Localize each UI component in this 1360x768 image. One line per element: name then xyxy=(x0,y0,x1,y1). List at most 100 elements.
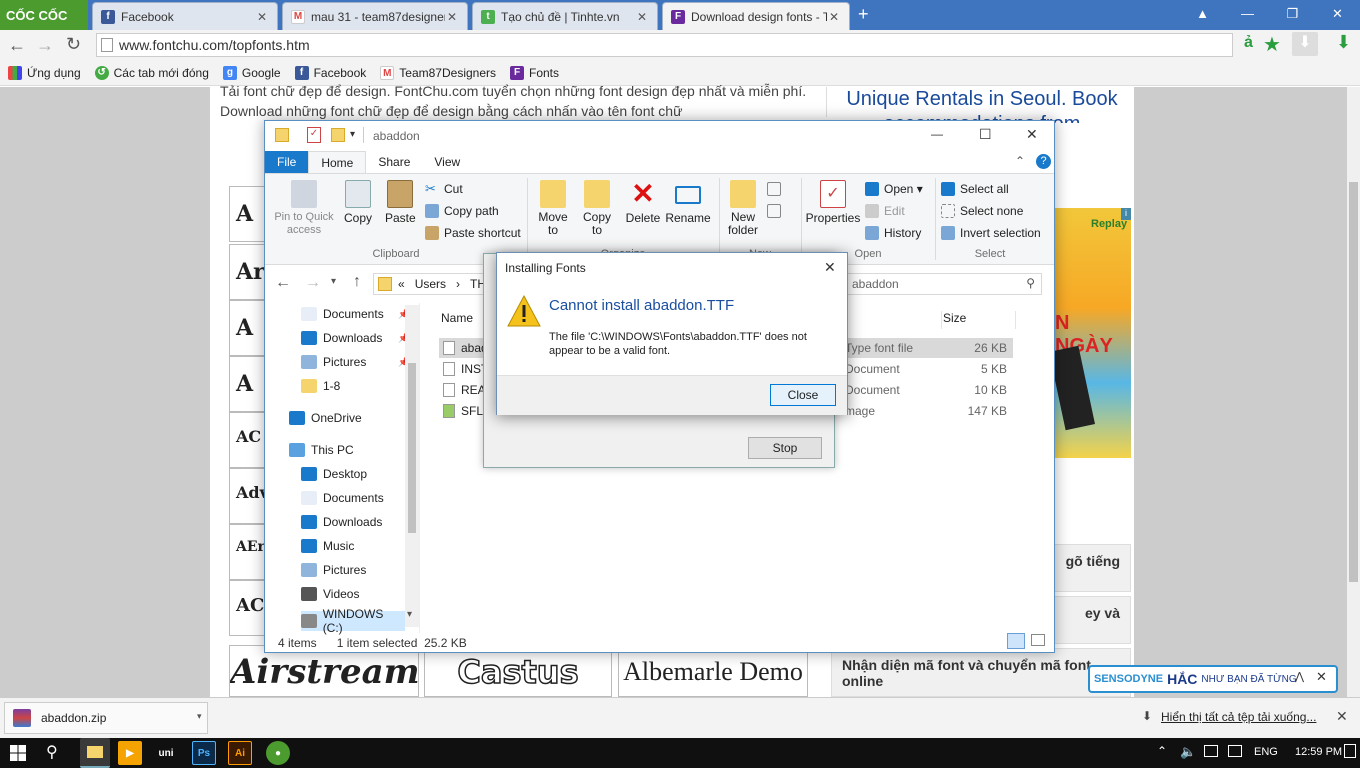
font-preview[interactable]: A xyxy=(229,356,267,412)
easy-access-button[interactable] xyxy=(767,204,786,218)
paste-button[interactable]: Paste xyxy=(385,180,416,225)
breadcrumb-overflow[interactable]: « xyxy=(398,277,405,291)
close-icon[interactable]: ✕ xyxy=(1316,669,1327,685)
column-header-name[interactable]: Name xyxy=(441,311,473,325)
page-scrollbar[interactable] xyxy=(1347,87,1360,697)
bookmark-google[interactable]: g Google xyxy=(222,65,281,80)
illustrator-icon[interactable]: Ai xyxy=(228,741,252,765)
edit-button[interactable]: Edit xyxy=(865,204,905,218)
close-icon[interactable]: ✕ xyxy=(827,10,841,24)
customize-toolbar-icon[interactable]: ▾ xyxy=(350,129,355,140)
select-all-button[interactable]: Select all xyxy=(941,182,1009,196)
nav-scrollbar[interactable]: ▾ xyxy=(405,305,419,627)
download-item[interactable]: abaddon.zip ▾ xyxy=(4,702,208,734)
history-button[interactable]: History xyxy=(865,226,921,240)
new-folder-icon[interactable] xyxy=(331,128,345,142)
download-manager-icon[interactable]: ⬇ xyxy=(1292,32,1318,56)
notification-icon[interactable] xyxy=(1228,745,1242,757)
back-icon[interactable]: ← xyxy=(275,274,291,292)
ad-info-icon[interactable]: i xyxy=(1121,208,1131,220)
copy-to-button[interactable]: Copy to xyxy=(577,180,617,237)
tab-file[interactable]: File xyxy=(265,151,309,173)
font-preview[interactable]: Ar xyxy=(229,244,267,300)
nav-item[interactable]: WINDOWS (C:) xyxy=(301,607,405,635)
font-preview[interactable]: A xyxy=(229,300,267,356)
nav-item[interactable]: Pictures 📌 xyxy=(301,355,409,369)
large-icons-view-icon[interactable] xyxy=(1031,634,1045,646)
coccoc-logo[interactable]: CỐC CỐC xyxy=(0,0,88,30)
close-button[interactable]: Close xyxy=(770,384,836,406)
maximize-icon[interactable]: ❐ xyxy=(1270,6,1315,22)
chevron-down-icon[interactable]: ▾ xyxy=(197,711,202,722)
copy-path-button[interactable]: Copy path xyxy=(425,204,499,218)
font-preview[interactable]: Adv xyxy=(229,468,267,524)
new-tab-button[interactable]: + xyxy=(858,4,869,25)
close-icon[interactable]: ✕ xyxy=(445,10,459,24)
clock[interactable]: 12:59 PM xyxy=(1295,746,1342,758)
tab-fontchu[interactable]: F Download design fonts - Top ✕ xyxy=(662,2,850,30)
close-icon[interactable]: ✕ xyxy=(255,10,269,24)
nav-item[interactable]: This PC xyxy=(289,443,354,457)
url-input[interactable]: www.fontchu.com/topfonts.htm xyxy=(96,33,1233,57)
translate-icon[interactable]: ả xyxy=(1244,34,1253,52)
bookmark-apps[interactable]: Ứng dụng xyxy=(8,65,81,80)
search-icon[interactable]: ⚲ xyxy=(46,742,58,762)
coccoc-taskbar-icon[interactable]: ● xyxy=(266,741,290,765)
help-icon[interactable]: ? xyxy=(1036,154,1051,169)
delete-button[interactable]: ✕ Delete xyxy=(623,180,663,226)
media-player-icon[interactable]: ▶ xyxy=(118,741,142,765)
move-to-button[interactable]: Move to xyxy=(533,180,573,237)
tab-gmail[interactable]: M mau 31 - team87designers ✕ xyxy=(282,2,468,30)
details-view-icon[interactable] xyxy=(1007,633,1025,649)
bookmark-recent-tabs[interactable]: ↺ Các tab mới đóng xyxy=(94,65,209,80)
nav-item[interactable]: OneDrive xyxy=(289,411,362,425)
bookmark-fonts[interactable]: F Fonts xyxy=(510,65,559,80)
nav-item[interactable]: Downloads 📌 xyxy=(301,331,409,345)
nav-item[interactable]: Documents xyxy=(301,491,384,505)
tab-tinhte[interactable]: t Tạo chủ đề | Tinhte.vn ✕ xyxy=(472,2,658,30)
invert-selection-button[interactable]: Invert selection xyxy=(941,226,1041,240)
tab-home[interactable]: Home xyxy=(308,151,367,173)
back-icon[interactable]: ← xyxy=(8,35,26,56)
file-explorer-taskbar-icon[interactable] xyxy=(80,738,110,768)
breadcrumb-users[interactable]: Users xyxy=(415,277,446,291)
pin-quick-access-button[interactable]: Pin to Quick access xyxy=(271,180,337,237)
copy-button[interactable]: Copy xyxy=(343,180,373,225)
search-input[interactable]: abaddon ⚲ xyxy=(845,273,1042,295)
font-preview[interactable]: AC xyxy=(229,580,267,636)
ad-headline[interactable]: Unique Rentals in Seoul. Book accommodat… xyxy=(834,87,1130,123)
scroll-down-icon[interactable]: ▾ xyxy=(407,609,412,620)
language-indicator[interactable]: ENG xyxy=(1254,746,1278,758)
download-icon[interactable]: ⬇ xyxy=(1336,32,1351,53)
font-preview[interactable]: A xyxy=(229,186,267,242)
font-preview[interactable]: AC xyxy=(229,412,267,468)
maximize-icon[interactable]: ☐ xyxy=(979,126,992,143)
close-icon[interactable]: ✕ xyxy=(824,259,836,276)
nav-item[interactable]: Downloads xyxy=(301,515,382,529)
tab-share[interactable]: Share xyxy=(366,151,422,173)
tab-view[interactable]: View xyxy=(422,151,472,173)
photoshop-icon[interactable]: Ps xyxy=(192,741,216,765)
forward-icon[interactable]: → xyxy=(305,274,321,292)
chevron-right-icon[interactable]: › xyxy=(456,277,460,291)
star-icon[interactable]: ★ xyxy=(1263,32,1281,57)
minimize-icon[interactable]: — xyxy=(931,127,943,141)
new-item-button[interactable] xyxy=(767,182,786,196)
properties-button[interactable]: ✓ Properties xyxy=(805,180,861,225)
close-icon[interactable]: ✕ xyxy=(1336,708,1348,725)
start-icon[interactable] xyxy=(10,745,26,761)
new-folder-button[interactable]: New folder xyxy=(725,180,761,237)
recent-locations-icon[interactable]: ▾ xyxy=(331,276,336,287)
nav-item[interactable]: Desktop xyxy=(301,467,367,481)
open-button[interactable]: Open ▾ xyxy=(865,182,923,196)
reload-icon[interactable]: ↻ xyxy=(66,34,81,55)
sensodyne-ad[interactable]: SENSODYNE HẮC NHƯ BẠN ĐÃ TỪNG ⋀ ✕ xyxy=(1088,665,1338,693)
nav-item[interactable]: Videos xyxy=(301,587,359,601)
tab-facebook[interactable]: f Facebook ✕ xyxy=(92,2,278,30)
close-icon[interactable]: ✕ xyxy=(635,10,649,24)
action-center-icon[interactable] xyxy=(1344,744,1356,758)
column-header-size[interactable]: Size xyxy=(943,311,966,325)
font-preview[interactable]: AEr xyxy=(229,524,267,580)
network-icon[interactable] xyxy=(1204,745,1218,757)
sidebar-item-font-recognition[interactable]: Nhận diện mã font và chuyển mã font onli… xyxy=(831,648,1131,697)
